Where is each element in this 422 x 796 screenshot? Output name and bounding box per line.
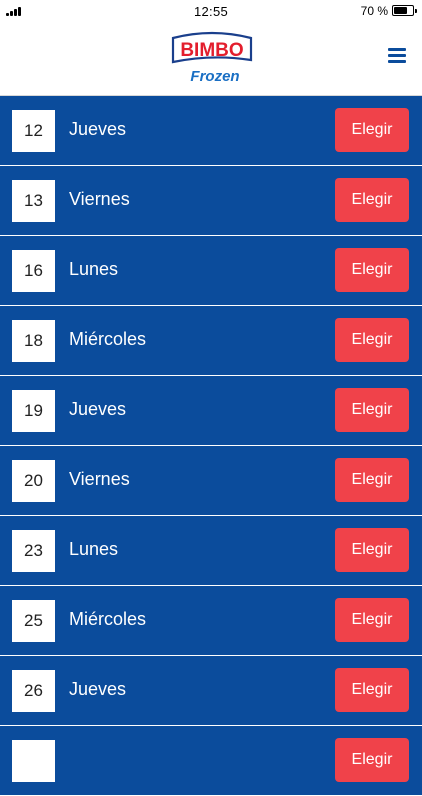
status-bar: 12:55 70 % [0, 0, 422, 22]
day-number: 13 [12, 180, 55, 222]
day-row: 13 Viernes Elegir [0, 166, 422, 236]
day-name: Miércoles [69, 609, 147, 629]
elegir-button[interactable]: Elegir [335, 108, 409, 152]
day-row: 25 Miércoles Elegir [0, 586, 422, 656]
day-name: Viernes [69, 189, 130, 209]
day-number: 26 [12, 670, 55, 712]
status-time: 12:55 [193, 4, 229, 19]
battery-icon [392, 5, 417, 16]
day-name: Lunes [69, 259, 119, 279]
day-number: 23 [12, 530, 55, 572]
elegir-button[interactable]: Elegir [335, 388, 409, 432]
day-row: 18 Miércoles Elegir [0, 306, 422, 376]
battery-percent: 70 % [360, 4, 388, 18]
day-row: 20 Viernes Elegir [0, 446, 422, 516]
elegir-button[interactable]: Elegir [335, 738, 409, 782]
day-name: Miércoles [69, 329, 147, 349]
logo-sub-text: Frozen [190, 68, 239, 85]
day-row: 12 Jueves Elegir [0, 96, 422, 166]
day-row: Elegir [0, 726, 422, 796]
day-number: 16 [12, 250, 55, 292]
day-number: 25 [12, 600, 55, 642]
day-row: 16 Lunes Elegir [0, 236, 422, 306]
day-row: 23 Lunes Elegir [0, 516, 422, 586]
elegir-button[interactable]: Elegir [335, 318, 409, 362]
day-number [12, 740, 55, 782]
hamburger-menu-icon[interactable] [388, 48, 406, 64]
elegir-button[interactable]: Elegir [335, 668, 409, 712]
day-number: 20 [12, 460, 55, 502]
app-header: BIMBO Frozen [0, 22, 422, 96]
elegir-button[interactable]: Elegir [335, 598, 409, 642]
day-name: Lunes [69, 539, 119, 559]
day-number: 12 [12, 110, 55, 152]
elegir-button[interactable]: Elegir [335, 528, 409, 572]
elegir-button[interactable]: Elegir [335, 458, 409, 502]
bimbo-frozen-logo: BIMBO Frozen [171, 31, 253, 85]
day-number: 19 [12, 390, 55, 432]
day-list: 12 Jueves Elegir 13 Viernes Elegir 16 Lunes Eleg… [0, 96, 422, 796]
day-row: 26 Jueves Elegir [0, 656, 422, 726]
day-name: Jueves [69, 679, 127, 699]
logo-brand-text: BIMBO [180, 40, 243, 61]
elegir-button[interactable]: Elegir [335, 248, 409, 292]
day-row: 19 Jueves Elegir [0, 376, 422, 446]
elegir-button[interactable]: Elegir [335, 178, 409, 222]
day-name: Jueves [69, 119, 127, 139]
day-number: 18 [12, 320, 55, 362]
day-name: Jueves [69, 399, 127, 419]
day-name: Viernes [69, 469, 130, 489]
